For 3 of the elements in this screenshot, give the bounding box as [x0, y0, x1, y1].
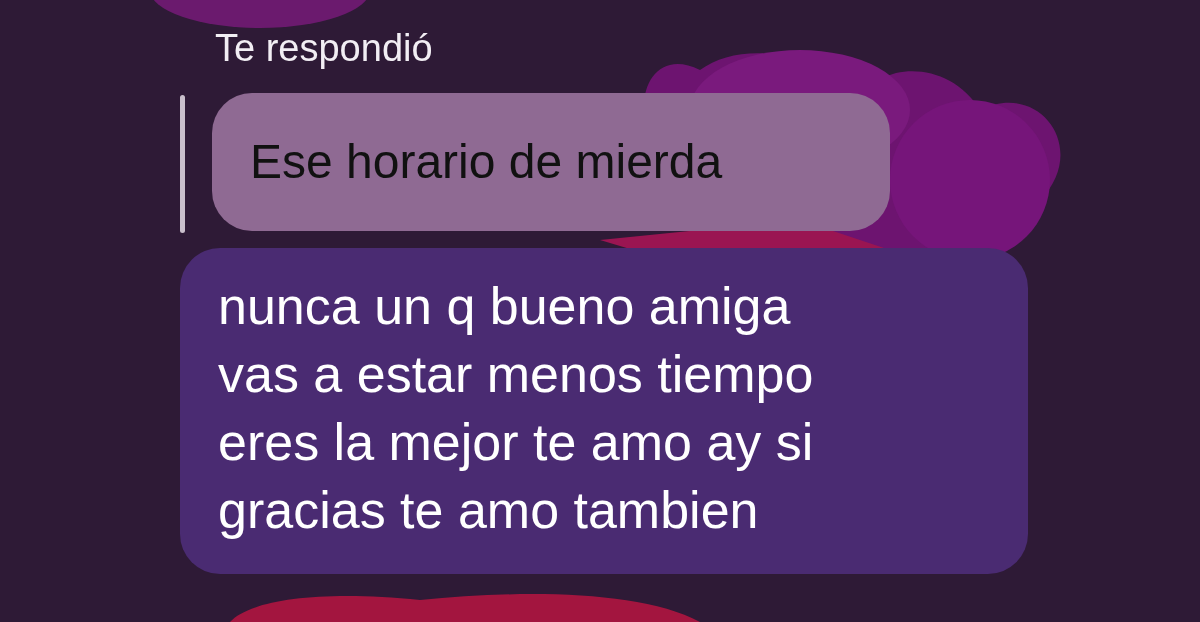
reply-label: Te respondió [215, 26, 433, 71]
quoted-message-bubble: Ese horario de mierda [212, 93, 890, 231]
message-bubble: nunca un q bueno amiga vas a estar menos tiempo eres la mejor te amo ay si gracias te amo tambien [180, 248, 1028, 574]
